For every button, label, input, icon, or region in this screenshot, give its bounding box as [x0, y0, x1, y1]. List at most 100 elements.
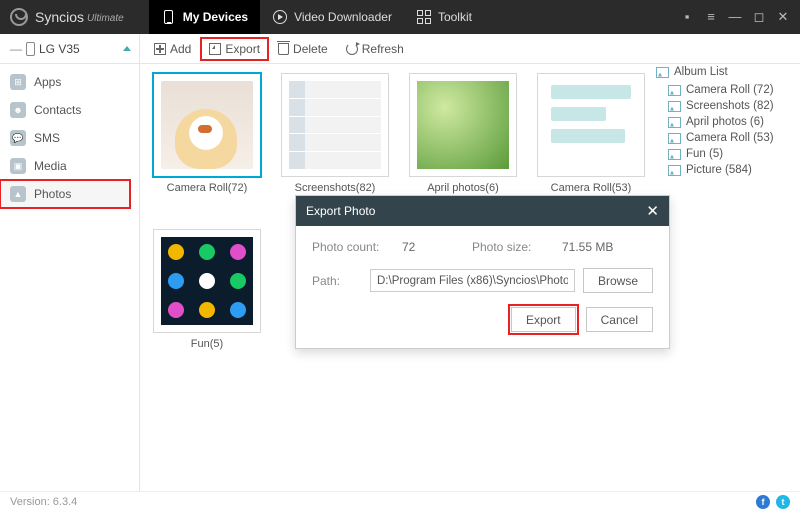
- sidebar-item-photos[interactable]: ▲ Photos: [0, 180, 130, 208]
- album-list-item[interactable]: Fun (5): [656, 146, 794, 162]
- sidebar-item-label: Apps: [34, 75, 61, 89]
- album-camera-roll-72[interactable]: Camera Roll(72): [154, 74, 260, 194]
- toolbar-row: — LG V35 Add Export Delete Refresh: [0, 34, 800, 64]
- picture-icon: [668, 149, 681, 160]
- export-button[interactable]: Export: [201, 38, 268, 60]
- album-list-panel: Album List Camera Roll (72) Screenshots …: [650, 64, 800, 491]
- list-item-label: Picture (584): [686, 164, 752, 176]
- play-icon: [273, 10, 287, 24]
- album-thumb: [161, 237, 253, 325]
- picture-icon: [656, 67, 669, 78]
- phone-icon: [164, 10, 173, 24]
- browse-button[interactable]: Browse: [583, 268, 653, 293]
- refresh-icon: [346, 43, 358, 55]
- dialog-titlebar[interactable]: Export Photo ✕: [296, 196, 669, 226]
- sidebar-item-label: Media: [34, 159, 67, 173]
- album-list-item[interactable]: Camera Roll (72): [656, 82, 794, 98]
- album-thumb: [545, 81, 637, 169]
- album-list-item[interactable]: Screenshots (82): [656, 98, 794, 114]
- tab-my-devices[interactable]: My Devices: [149, 0, 260, 34]
- sidebar-item-label: SMS: [34, 131, 60, 145]
- album-april-photos[interactable]: April photos(6): [410, 74, 516, 194]
- refresh-button[interactable]: Refresh: [338, 38, 412, 60]
- btn-label: Add: [170, 42, 191, 56]
- minimize-button[interactable]: —: [728, 9, 742, 25]
- close-button[interactable]: ✕: [776, 9, 790, 25]
- path-input[interactable]: [370, 269, 575, 292]
- photos-icon: ▲: [10, 186, 26, 202]
- chevron-up-icon: [123, 46, 131, 51]
- dialog-close-icon[interactable]: ✕: [646, 202, 659, 220]
- sidebar-item-apps[interactable]: ⊞ Apps: [0, 68, 139, 96]
- photo-size-value: 71.55 MB: [562, 240, 613, 254]
- feedback-icon[interactable]: ▪: [680, 9, 694, 25]
- delete-button[interactable]: Delete: [270, 38, 336, 60]
- tab-video-downloader[interactable]: Video Downloader: [260, 0, 404, 34]
- photo-count-value: 72: [402, 240, 472, 254]
- tab-toolkit[interactable]: Toolkit: [404, 0, 484, 34]
- album-thumb: [289, 81, 381, 169]
- facebook-icon[interactable]: f: [756, 495, 770, 509]
- btn-label: Export: [225, 42, 260, 56]
- export-photo-dialog: Export Photo ✕ Photo count: 72 Photo siz…: [295, 195, 670, 349]
- album-caption: Camera Roll(72): [154, 182, 260, 194]
- export-highlight: Export: [511, 307, 576, 332]
- btn-label: Delete: [293, 42, 328, 56]
- picture-icon: [668, 101, 681, 112]
- list-item-label: Camera Roll (53): [686, 132, 774, 144]
- sidebar-item-contacts[interactable]: ☻ Contacts: [0, 96, 139, 124]
- apps-icon: ⊞: [10, 74, 26, 90]
- export-icon: [209, 43, 221, 55]
- list-item-label: April photos (6): [686, 116, 764, 128]
- album-list-item[interactable]: Camera Roll (53): [656, 130, 794, 146]
- dialog-body: Photo count: 72 Photo size: 71.55 MB Pat…: [296, 226, 669, 348]
- dialog-export-button[interactable]: Export: [511, 307, 576, 332]
- album-camera-roll-53[interactable]: Camera Roll(53): [538, 74, 644, 194]
- maximize-button[interactable]: ◻: [752, 9, 766, 25]
- top-nav: My Devices Video Downloader Toolkit: [149, 0, 484, 34]
- picture-icon: [668, 117, 681, 128]
- dialog-cancel-button[interactable]: Cancel: [586, 307, 653, 332]
- dialog-title: Export Photo: [306, 204, 375, 218]
- app-name: Syncios: [35, 9, 84, 25]
- picture-icon: [668, 133, 681, 144]
- photo-count-label: Photo count:: [312, 240, 402, 254]
- album-fun[interactable]: Fun(5): [154, 230, 260, 350]
- sidebar-item-label: Photos: [34, 187, 71, 201]
- toolbar: Add Export Delete Refresh: [140, 38, 412, 60]
- album-thumb: [161, 81, 253, 169]
- sidebar-item-label: Contacts: [34, 103, 81, 117]
- album-list-title: Album List: [674, 66, 728, 78]
- sidebar-item-media[interactable]: ▣ Media: [0, 152, 139, 180]
- device-name: LG V35: [39, 42, 80, 56]
- sidebar-item-sms[interactable]: 💬 SMS: [0, 124, 139, 152]
- contacts-icon: ☻: [10, 102, 26, 118]
- path-label: Path:: [312, 274, 362, 288]
- album-list-header: Album List: [656, 66, 794, 78]
- picture-icon: [668, 85, 681, 96]
- add-icon: [154, 43, 166, 55]
- nav-label: Video Downloader: [294, 10, 392, 24]
- album-list-item[interactable]: April photos (6): [656, 114, 794, 130]
- version-label: Version: 6.3.4: [10, 496, 77, 508]
- app-edition: Ultimate: [87, 13, 124, 24]
- device-selector[interactable]: — LG V35: [0, 34, 140, 63]
- sms-icon: 💬: [10, 130, 26, 146]
- btn-label: Refresh: [362, 42, 404, 56]
- window-controls: ▪ ≡ — ◻ ✕: [680, 9, 800, 25]
- album-list-item[interactable]: Picture (584): [656, 162, 794, 178]
- album-caption: Fun(5): [154, 338, 260, 350]
- media-icon: ▣: [10, 158, 26, 174]
- add-button[interactable]: Add: [146, 38, 199, 60]
- album-screenshots[interactable]: Screenshots(82): [282, 74, 388, 194]
- menu-icon[interactable]: ≡: [704, 9, 718, 25]
- twitter-icon[interactable]: t: [776, 495, 790, 509]
- status-bar: Version: 6.3.4 f t: [0, 491, 800, 511]
- album-caption: Screenshots(82): [282, 182, 388, 194]
- trash-icon: [278, 43, 289, 55]
- sidebar: ⊞ Apps ☻ Contacts 💬 SMS ▣ Media ▲ Photos: [0, 64, 140, 491]
- photo-size-label: Photo size:: [472, 240, 562, 254]
- app-logo-icon: [10, 8, 28, 26]
- titlebar: Syncios Ultimate My Devices Video Downlo…: [0, 0, 800, 34]
- album-thumb: [417, 81, 509, 169]
